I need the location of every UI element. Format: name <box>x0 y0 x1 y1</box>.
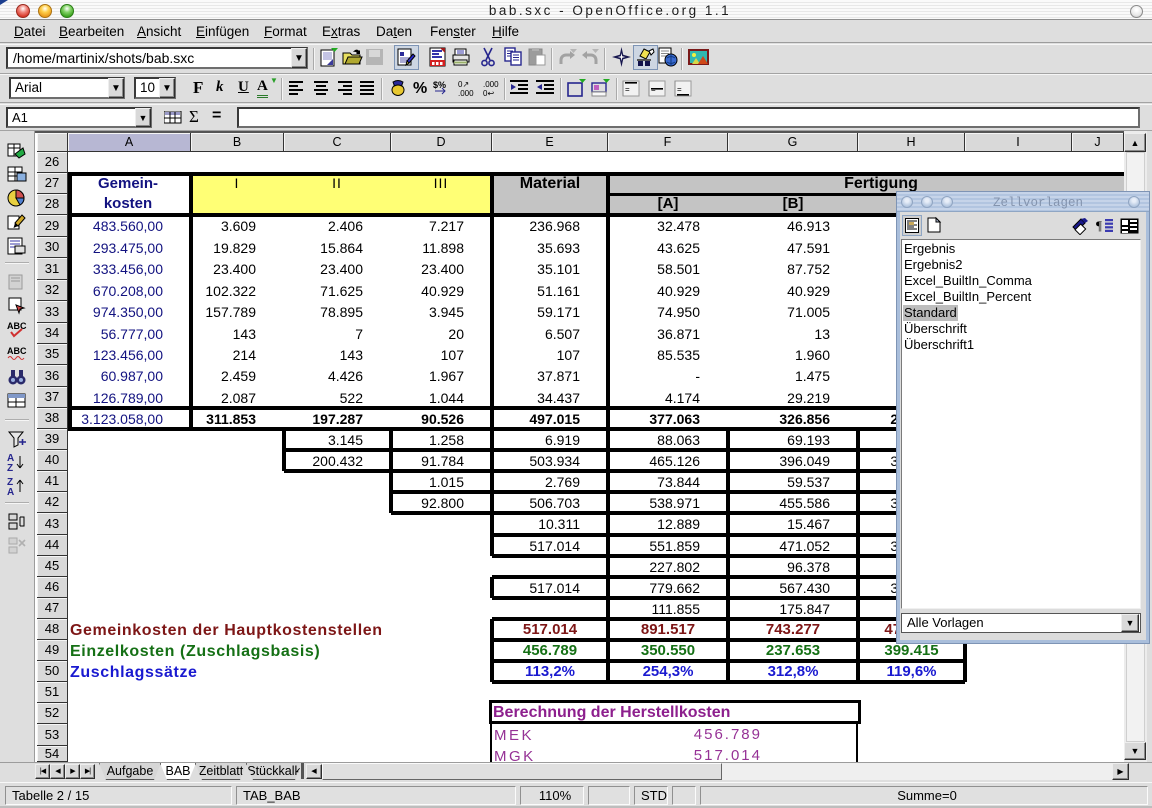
svg-text:.000: .000 <box>458 89 474 97</box>
svg-text:=: = <box>625 85 630 94</box>
svg-text:A: A <box>7 487 14 496</box>
svg-text:0↩: 0↩ <box>483 89 494 97</box>
svg-text:=: = <box>651 85 656 94</box>
svg-text:$%: $% <box>433 80 446 90</box>
svg-text:ABC: ABC <box>7 346 27 356</box>
svg-text:=: = <box>677 85 682 94</box>
svg-text:ABC: ABC <box>7 321 27 331</box>
svg-text:.000: .000 <box>483 80 499 89</box>
svg-text:Z: Z <box>7 463 13 472</box>
svg-text:0↗: 0↗ <box>458 80 469 89</box>
svg-text:¶: ¶ <box>1096 218 1102 233</box>
